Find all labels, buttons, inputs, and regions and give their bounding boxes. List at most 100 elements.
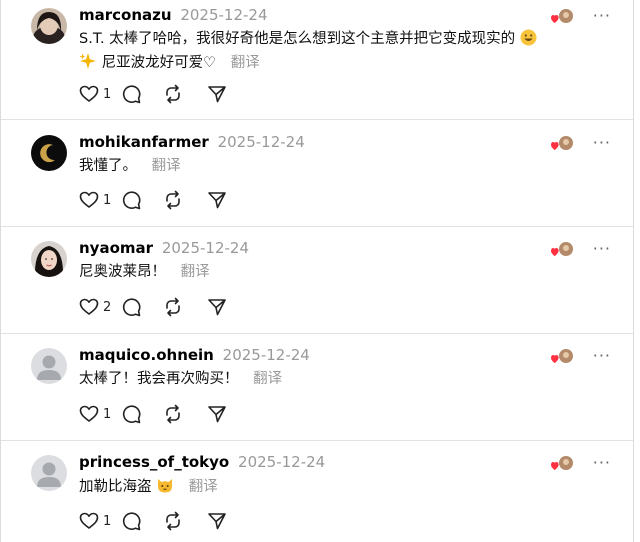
heart-icon bbox=[79, 404, 99, 424]
comment-text: S.T. 太棒了哈哈，我很好奇他是怎么想到这个主意并把它变成现实的 尼亚波龙好可… bbox=[79, 29, 549, 76]
share-button[interactable] bbox=[207, 511, 227, 531]
more-options-icon[interactable]: ··· bbox=[593, 455, 611, 471]
repost-icon bbox=[163, 84, 183, 104]
comment-header: princess_of_tokyo 2025-12-24 bbox=[79, 452, 325, 472]
repost-button[interactable] bbox=[163, 404, 207, 424]
more-options-icon[interactable]: ··· bbox=[593, 135, 611, 151]
comment-button[interactable] bbox=[121, 297, 163, 317]
repost-icon bbox=[163, 190, 183, 210]
comment-text-main: 太棒了！我会再次购买！ bbox=[79, 371, 239, 387]
comment-header: mohikanfarmer 2025-12-24 bbox=[79, 132, 305, 152]
comment-bubble-icon bbox=[121, 511, 141, 531]
author-liked-badge bbox=[550, 135, 575, 151]
comment-top-right: ··· bbox=[550, 348, 611, 364]
like-count: 2 bbox=[103, 299, 112, 315]
comment-top-right: ··· bbox=[550, 455, 611, 471]
repost-icon bbox=[163, 297, 183, 317]
comment-thread: marconazu 2025-12-24 S.T. 太棒了哈哈，我很好奇他是怎么… bbox=[0, 0, 634, 542]
more-options-icon[interactable]: ··· bbox=[593, 8, 611, 24]
username[interactable]: maquico.ohnein bbox=[79, 346, 214, 364]
username[interactable]: mohikanfarmer bbox=[79, 133, 209, 151]
send-icon bbox=[207, 190, 227, 210]
comment-text-main: 加勒比海盗 bbox=[79, 479, 152, 495]
comment-button[interactable] bbox=[121, 84, 163, 104]
share-button[interactable] bbox=[207, 84, 227, 104]
more-options-icon[interactable]: ··· bbox=[593, 241, 611, 257]
send-icon bbox=[207, 511, 227, 531]
comment-button[interactable] bbox=[121, 404, 163, 424]
translate-link[interactable]: 翻译 bbox=[231, 55, 260, 71]
comment-text-main: 我懂了。 bbox=[79, 158, 137, 174]
avatar[interactable] bbox=[31, 8, 67, 44]
timestamp: 2025-12-24 bbox=[180, 6, 268, 24]
comment-item: princess_of_tokyo 2025-12-24 加勒比海盗 翻译 1 bbox=[1, 441, 633, 542]
comment-text-tail: 尼亚波龙好可爱♡ bbox=[101, 55, 217, 71]
comment-top-right: ··· bbox=[550, 8, 611, 24]
author-liked-badge bbox=[550, 8, 575, 24]
like-button[interactable]: 1 bbox=[79, 84, 121, 104]
avatar[interactable] bbox=[31, 241, 67, 277]
comment-bubble-icon bbox=[121, 297, 141, 317]
comment-top-right: ··· bbox=[550, 241, 611, 257]
avatar[interactable] bbox=[31, 455, 67, 491]
timestamp: 2025-12-24 bbox=[238, 453, 326, 471]
send-icon bbox=[207, 297, 227, 317]
comment-bubble-icon bbox=[121, 190, 141, 210]
action-bar: 1 bbox=[79, 510, 227, 532]
cat-face-icon bbox=[156, 476, 174, 500]
comment-text: 我懂了。 翻译 bbox=[79, 156, 549, 176]
repost-button[interactable] bbox=[163, 84, 207, 104]
like-button[interactable]: 1 bbox=[79, 511, 121, 531]
comment-item: marconazu 2025-12-24 S.T. 太棒了哈哈，我很好奇他是怎么… bbox=[1, 0, 633, 120]
comment-item: mohikanfarmer 2025-12-24 我懂了。 翻译 1 ··· bbox=[1, 120, 633, 227]
repost-icon bbox=[163, 404, 183, 424]
translate-link[interactable]: 翻译 bbox=[189, 479, 218, 495]
comment-button[interactable] bbox=[121, 511, 163, 531]
comment-top-right: ··· bbox=[550, 135, 611, 151]
comment-header: marconazu 2025-12-24 bbox=[79, 5, 268, 25]
action-bar: 1 bbox=[79, 83, 227, 105]
comment-item: nyaomar 2025-12-24 尼奥波莱昂！ 翻译 2 ··· bbox=[1, 227, 633, 334]
username[interactable]: princess_of_tokyo bbox=[79, 453, 229, 471]
share-button[interactable] bbox=[207, 404, 227, 424]
like-count: 1 bbox=[103, 406, 112, 422]
like-button[interactable]: 1 bbox=[79, 404, 121, 424]
translate-link[interactable]: 翻译 bbox=[181, 264, 210, 280]
send-icon bbox=[207, 84, 227, 104]
sparkles-icon bbox=[79, 52, 97, 76]
username[interactable]: nyaomar bbox=[79, 239, 153, 257]
comment-button[interactable] bbox=[121, 190, 163, 210]
timestamp: 2025-12-24 bbox=[217, 133, 305, 151]
avatar[interactable] bbox=[31, 135, 67, 171]
author-liked-badge bbox=[550, 455, 575, 471]
more-options-icon[interactable]: ··· bbox=[593, 348, 611, 364]
repost-button[interactable] bbox=[163, 297, 207, 317]
share-button[interactable] bbox=[207, 190, 227, 210]
like-count: 1 bbox=[103, 86, 112, 102]
action-bar: 1 bbox=[79, 403, 227, 425]
comment-text: 尼奥波莱昂！ 翻译 bbox=[79, 262, 549, 282]
comment-text: 加勒比海盗 翻译 bbox=[79, 476, 549, 500]
like-count: 1 bbox=[103, 192, 112, 208]
username[interactable]: marconazu bbox=[79, 6, 172, 24]
like-button[interactable]: 1 bbox=[79, 190, 121, 210]
heart-icon bbox=[79, 297, 99, 317]
author-liked-badge bbox=[550, 241, 575, 257]
share-button[interactable] bbox=[207, 297, 227, 317]
repost-button[interactable] bbox=[163, 511, 207, 531]
comment-header: nyaomar 2025-12-24 bbox=[79, 238, 249, 258]
avatar[interactable] bbox=[31, 348, 67, 384]
comment-text: 太棒了！我会再次购买！ 翻译 bbox=[79, 369, 549, 389]
comment-text-main: 尼奥波莱昂！ bbox=[79, 264, 166, 280]
comment-header: maquico.ohnein 2025-12-24 bbox=[79, 345, 310, 365]
author-liked-badge bbox=[550, 348, 575, 364]
translate-link[interactable]: 翻译 bbox=[152, 158, 181, 174]
repost-icon bbox=[163, 511, 183, 531]
comment-bubble-icon bbox=[121, 404, 141, 424]
translate-link[interactable]: 翻译 bbox=[253, 371, 282, 387]
like-button[interactable]: 2 bbox=[79, 297, 121, 317]
timestamp: 2025-12-24 bbox=[161, 239, 250, 257]
heart-icon bbox=[79, 511, 99, 531]
send-icon bbox=[207, 404, 227, 424]
repost-button[interactable] bbox=[163, 190, 207, 210]
